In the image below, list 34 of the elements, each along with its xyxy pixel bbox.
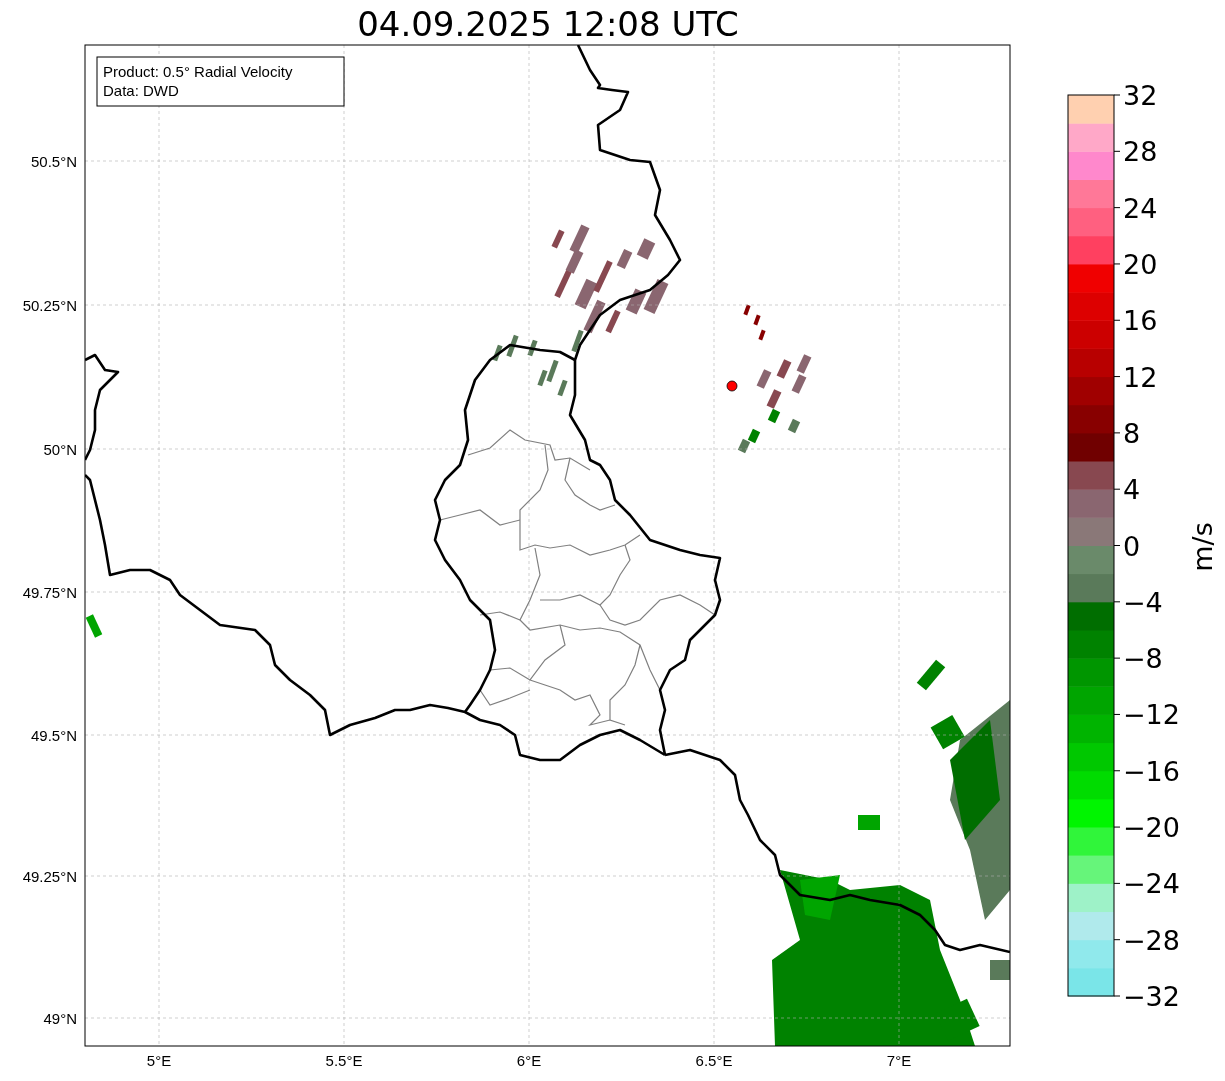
latitude-label: 49.5°N — [30, 727, 77, 744]
colorbar-tick-label: 16 — [1123, 305, 1158, 337]
colorbar-tick-label: −16 — [1123, 755, 1180, 787]
latitude-label: 49.75°N — [22, 584, 77, 601]
colorbar-tick-label: 8 — [1123, 417, 1141, 449]
colorbar-tick-label: −32 — [1123, 981, 1180, 1012]
latitude-label: 50°N — [43, 441, 77, 458]
longitude-label: 5°E — [146, 1052, 172, 1069]
plot-title: 04.09.2025 12:08 UTC — [357, 4, 739, 44]
latitude-label: 49°N — [43, 1010, 77, 1027]
colorbar-tick-label: −20 — [1123, 812, 1180, 844]
latitude-label: 50.25°N — [22, 297, 77, 314]
legend-text: Product: 0.5° Radial Velocity — [103, 63, 293, 80]
longitude-label: 6°E — [516, 1052, 542, 1069]
colorbar-tick-label: 32 — [1123, 80, 1158, 111]
colorbar-tick-label: −28 — [1123, 924, 1180, 956]
colorbar-tick-label: −12 — [1123, 699, 1180, 731]
colorbar-tick-label: 24 — [1123, 192, 1158, 224]
colorbar-tick-label: 20 — [1123, 248, 1158, 280]
latitude-label: 49.25°N — [22, 868, 77, 885]
colorbar-tick-label: 0 — [1123, 530, 1141, 562]
longitude-label: 6.5°E — [695, 1052, 733, 1069]
latitude-label: 50.5°N — [30, 153, 77, 170]
longitude-label: 7°E — [886, 1052, 912, 1069]
legend-text: Data: DWD — [103, 82, 179, 99]
colorbar-tick-label: −4 — [1123, 586, 1163, 618]
colorbar-tick-label: −8 — [1123, 643, 1163, 675]
colorbar-tick-label: −24 — [1123, 868, 1180, 900]
colorbar-tick-label: 28 — [1123, 136, 1158, 168]
colorbar-tick-label: 4 — [1123, 474, 1141, 506]
longitude-label: 5.5°E — [325, 1052, 363, 1069]
colorbar-unit-label: m/s — [1187, 522, 1218, 572]
radar-station-marker — [726, 380, 738, 392]
colorbar-tick-label: 12 — [1123, 361, 1158, 393]
